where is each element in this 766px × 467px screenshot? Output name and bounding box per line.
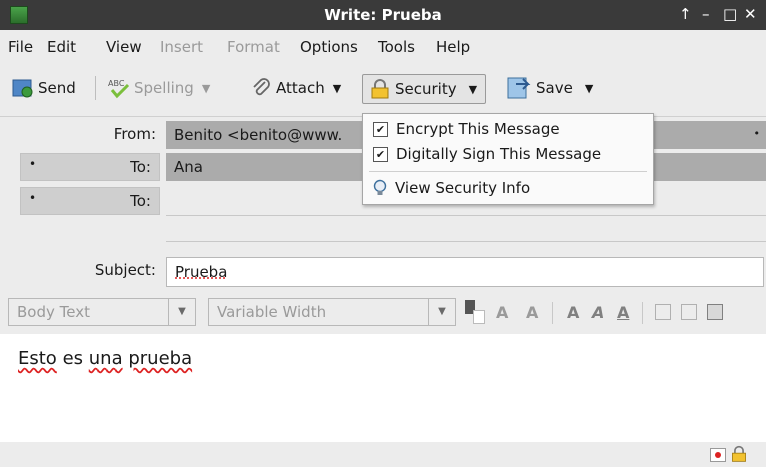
recipient-type-select-2[interactable]: • To: (20, 187, 160, 215)
menu-bar: File Edit View Insert Format Options Too… (0, 30, 766, 60)
security-label: Security (395, 80, 457, 98)
to2-label: To: (130, 192, 151, 210)
lock-icon (371, 79, 389, 99)
minimize-icon[interactable]: – (702, 5, 710, 23)
underline-icon[interactable]: A (617, 303, 629, 322)
toolbar: Send ABC Spelling ▼ Attach ▼ Security ▼ … (0, 60, 766, 117)
save-label: Save (536, 79, 573, 97)
spelling-button[interactable]: ABC Spelling ▼ (108, 74, 210, 102)
body-text: Esto es una prueba (18, 348, 192, 369)
menu-options[interactable]: Options (300, 38, 358, 56)
body-word: es (62, 348, 84, 369)
body-word: Esto (18, 348, 57, 369)
security-menu: ✔ Encrypt This Message ✔ Digitally Sign … (362, 113, 654, 205)
save-icon (507, 77, 531, 99)
chevron-down-icon[interactable]: ▼ (585, 82, 593, 95)
outdent-icon[interactable] (707, 304, 723, 320)
title-bar: Write: Prueba ↑ – □ ✕ (0, 0, 766, 30)
view-security-info-menu-item[interactable]: View Security Info (373, 179, 530, 197)
save-button[interactable]: Save ▼ (506, 74, 593, 102)
font-value: Variable Width (217, 303, 327, 321)
attach-button[interactable]: Attach ▼ (250, 74, 341, 102)
body-word: prueba (128, 348, 193, 369)
lightbulb-icon (373, 179, 387, 195)
paperclip-icon (253, 78, 270, 96)
svg-text:ABC: ABC (108, 79, 125, 88)
chevron-down-icon: • (29, 191, 37, 205)
body-word: una (88, 348, 123, 369)
menu-edit[interactable]: Edit (47, 38, 76, 56)
chevron-down-icon: • (753, 127, 761, 140)
larger-font-icon[interactable]: A (526, 303, 538, 322)
encrypted-status-icon (732, 445, 746, 462)
encrypt-menu-item[interactable]: ✔ Encrypt This Message (373, 120, 560, 138)
italic-icon[interactable]: A (592, 303, 604, 322)
attach-label: Attach (276, 79, 325, 97)
address-divider (166, 241, 766, 242)
bold-icon[interactable]: A (567, 303, 579, 322)
format-divider (642, 302, 643, 324)
subject-input[interactable]: Prueba (166, 257, 764, 287)
menu-insert[interactable]: Insert (160, 38, 203, 56)
send-label: Send (38, 79, 76, 97)
chevron-down-icon[interactable]: ▼ (469, 83, 477, 96)
font-select[interactable]: Variable Width ▼ (208, 298, 456, 326)
background-color-icon[interactable] (473, 310, 485, 324)
sign-menu-item[interactable]: ✔ Digitally Sign This Message (373, 145, 601, 163)
spelling-label: Spelling (134, 79, 194, 97)
smaller-font-icon[interactable]: A (496, 303, 508, 322)
chevron-down-icon[interactable]: ▼ (333, 82, 341, 95)
status-bar (0, 442, 766, 467)
from-value: Benito <benito@www. (174, 126, 343, 144)
recipient-type-select[interactable]: • To: (20, 153, 160, 181)
signed-status-icon (710, 448, 726, 462)
spellcheck-icon: ABC (108, 79, 130, 99)
send-button[interactable]: Send (12, 74, 76, 102)
maximize-icon[interactable]: □ (723, 5, 737, 23)
toolbar-divider (95, 76, 96, 100)
bullet-list-icon[interactable] (655, 304, 671, 320)
to-value: Ana (174, 158, 203, 176)
menu-view[interactable]: View (106, 38, 142, 56)
security-button[interactable]: Security ▼ (362, 74, 487, 104)
format-divider (552, 302, 553, 324)
close-icon[interactable]: ✕ (744, 5, 757, 23)
subject-value: Prueba (175, 263, 228, 281)
format-toolbar: Body Text ▼ Variable Width ▼ A A A A A (0, 294, 766, 334)
checkbox-checked-icon: ✔ (373, 146, 388, 162)
numbered-list-icon[interactable] (681, 304, 697, 320)
window-title: Write: Prueba (324, 6, 442, 24)
checkbox-checked-icon: ✔ (373, 121, 388, 137)
menu-separator (369, 171, 647, 172)
menu-file[interactable]: File (8, 38, 33, 56)
view-security-info-label: View Security Info (395, 179, 531, 197)
chevron-down-icon: ▼ (428, 299, 455, 325)
encrypt-label: Encrypt This Message (396, 120, 560, 138)
from-label: From: (113, 125, 156, 143)
menu-help[interactable]: Help (436, 38, 470, 56)
message-body[interactable]: Esto es una prueba (0, 334, 766, 442)
chevron-down-icon: ▼ (168, 299, 195, 325)
to-label: To: (130, 158, 151, 176)
chevron-down-icon: • (29, 157, 37, 171)
sign-label: Digitally Sign This Message (396, 145, 602, 163)
paragraph-style-value: Body Text (17, 303, 90, 321)
menu-format[interactable]: Format (227, 38, 280, 56)
send-icon (12, 79, 33, 98)
subject-label: Subject: (94, 261, 156, 279)
chevron-down-icon[interactable]: ▼ (202, 82, 210, 95)
menu-tools[interactable]: Tools (378, 38, 415, 56)
paragraph-style-select[interactable]: Body Text ▼ (8, 298, 196, 326)
keep-above-icon[interactable]: ↑ (679, 5, 692, 23)
